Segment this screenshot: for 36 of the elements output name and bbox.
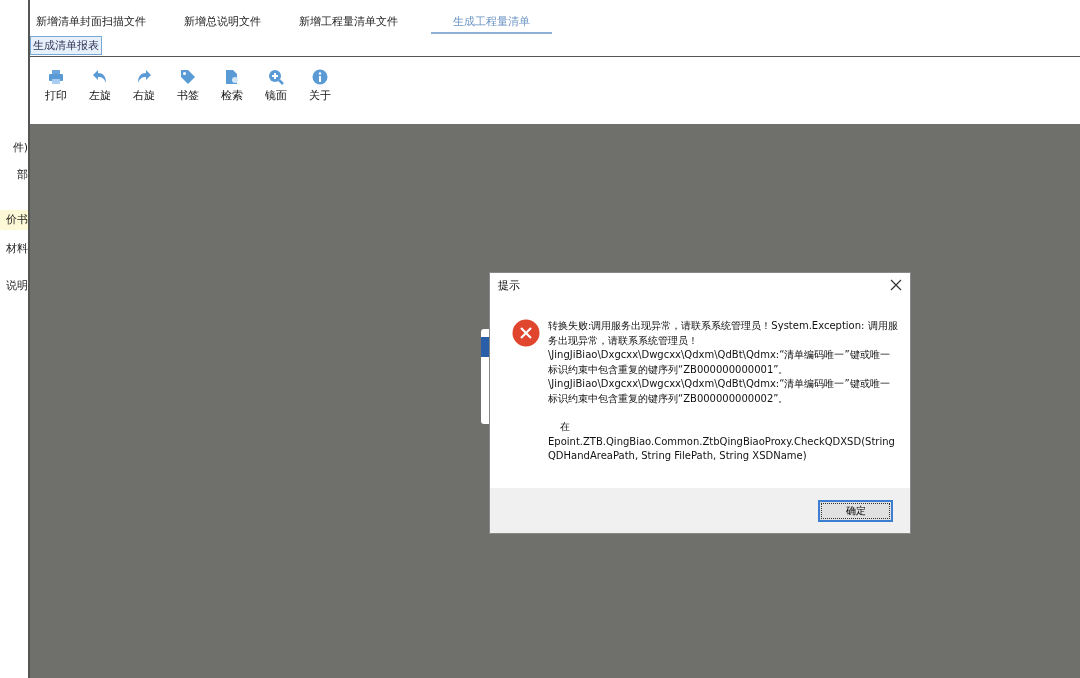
document-search-icon [224,69,240,85]
toolbar-button[interactable]: 打印 [40,69,72,124]
report-button[interactable]: 生成清单报表 [30,36,102,55]
toolbar-button[interactable]: 右旋 [128,69,160,124]
error-message-line: 标识约束中包含重复的键序列“ZB000000000001”。 [548,362,790,377]
toolbar-button[interactable]: 书签 [172,69,204,124]
error-message-line: \JingJiBiao\Dxgcxx\Dwgcxx\Qdxm\QdBt\Qdmx:“清单编码唯一”键或唯一 [548,377,891,391]
error-message-line: \JingJiBiao\Dxgcxx\Dwgcxx\Qdxm\QdBt\Qdmx:“清单编码唯一”键或唯一 [548,348,891,362]
toolbar-button[interactable]: 左旋 [84,69,116,124]
tab[interactable]: 新增总说明文件 [184,8,279,34]
error-message-line: 转换失败:调用服务出现异常，请联系系统管理员！System.Exception: 调用服 [548,319,898,333]
stack-trace-line: 在 [559,420,571,434]
info-icon [312,69,328,85]
sidebar-item[interactable]: 说明 [0,276,28,296]
zoom-in-icon [268,69,284,85]
toolbar-button[interactable]: 镜面 [260,69,292,124]
ok-button[interactable]: 确定 [818,499,893,522]
rotate-right-icon [136,69,152,85]
close-icon[interactable] [890,279,902,291]
toolbar-button[interactable]: 检索 [216,69,248,124]
dialog-title: 提示 [498,277,520,293]
rotate-left-icon [92,69,108,85]
sidebar-item[interactable]: 材料 [0,239,28,259]
printer-icon [48,69,64,85]
sidebar-item[interactable]: 价书 [0,210,28,230]
sidebar-item[interactable]: 件) [0,138,28,158]
error-message-line: 务出现异常，请联系系统管理员！ [548,333,699,348]
toolbar-button[interactable]: 关于 [304,69,336,124]
stack-trace-line: Epoint.ZTB.QingBiao.Common.ZtbQingBiaoProxy.CheckQDXSD(String [548,434,896,449]
sidebar-item[interactable]: 部 [0,165,28,185]
error-icon [512,319,540,347]
error-message-line: 标识约束中包含重复的键序列“ZB000000000002”。 [548,391,790,406]
tab[interactable]: 新增工程量清单文件 [299,8,416,34]
tag-icon [180,69,196,85]
stack-trace-line: QDHandAreaPath, String FilePath, String XSDName) [548,449,808,463]
tab[interactable]: 新增清单封面扫描文件 [36,8,164,34]
